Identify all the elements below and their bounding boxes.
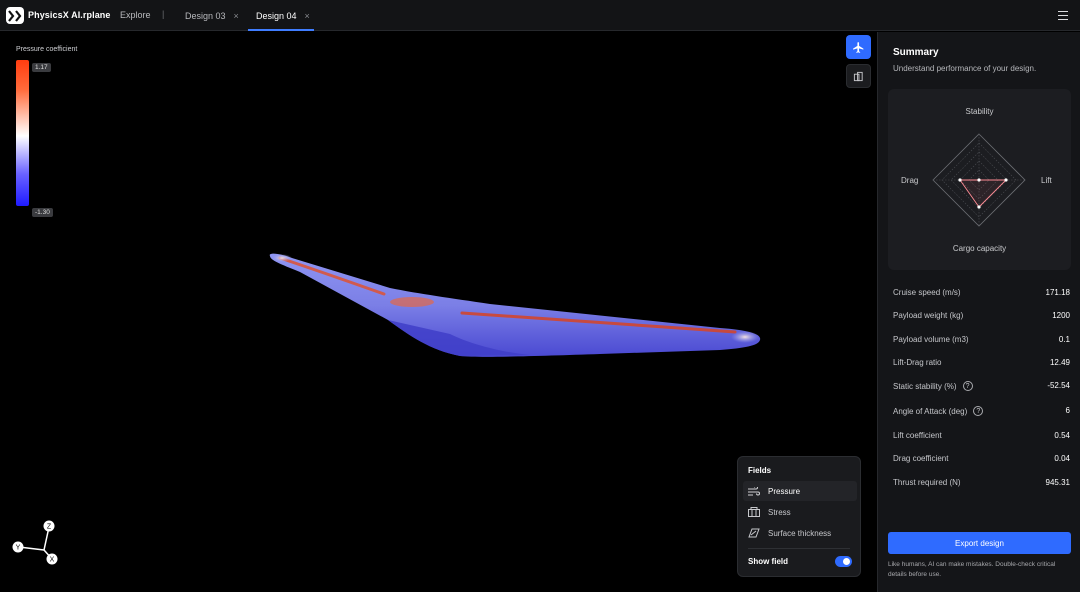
divider [748,548,850,549]
help-icon[interactable]: ? [973,406,984,416]
fields-panel: Fields Pressure Stress Surface thickness… [737,456,861,577]
app-title: PhysicsX AI.rplane [28,10,111,20]
axis-x-label: X [50,557,55,564]
metric-thrust-required: Thrust required (N) 945.31 [893,478,1070,492]
export-design-button[interactable]: Export design [888,532,1071,554]
summary-title: Summary [893,47,939,58]
summary-panel: Summary Understand performance of your d… [877,32,1080,592]
metric-label: Payload volume (m3) [893,335,969,344]
field-surface-thickness[interactable]: Surface thickness [743,523,857,543]
metric-static-stability: Static stability (%)? -52.54 [893,381,1070,395]
metric-angle-of-attack: Angle of Attack (deg)? 6 [893,406,1070,420]
airplane-view-button[interactable] [846,35,871,59]
ai-disclaimer: Like humans, AI can make mistakes. Doubl… [888,561,1056,578]
radar-label-drag: Drag [901,176,919,185]
metric-value: -52.54 [1047,381,1070,390]
tab-design-04[interactable]: Design 04 × [248,0,314,31]
wind-icon [748,486,761,496]
layers-icon [748,507,761,517]
show-field-label: Show field [748,557,788,566]
tab-design-03[interactable]: Design 03 × [185,0,241,31]
radar-label-stability: Stability [965,107,994,116]
nav-separator: | [162,9,165,19]
fields-title: Fields [748,466,772,475]
radar-label-lift: Lift [1041,176,1052,185]
airplane-icon [853,41,864,53]
field-stress[interactable]: Stress [743,502,857,522]
tab-label: Design 03 [185,10,226,21]
metric-cruise-speed: Cruise speed (m/s) 171.18 [893,288,1070,302]
metric-value: 1200 [1052,311,1070,320]
close-icon[interactable]: × [305,11,310,21]
axes-gizmo[interactable]: Z Y X [8,516,64,572]
metric-label: Drag coefficient [893,454,949,463]
metric-label: Static stability (%)? [893,381,973,391]
metric-value: 171.18 [1045,288,1070,297]
metric-label-text: Static stability (%) [893,381,957,391]
radar-label-cargo: Cargo capacity [952,244,1007,253]
field-pressure[interactable]: Pressure [743,481,857,501]
field-label: Surface thickness [768,528,832,538]
metric-label: Payload weight (kg) [893,311,964,320]
axis-z-label: Z [47,524,52,531]
3d-viewport[interactable]: Pressure coefficient 1.17 -1.30 Z Y X Fi… [0,32,876,592]
help-icon[interactable]: ? [962,381,973,391]
metric-label: Lift-Drag ratio [893,358,942,367]
metric-label: Lift coefficient [893,431,942,440]
metric-value: 945.31 [1045,478,1070,487]
nav-explore-link[interactable]: Explore [120,10,151,20]
metric-drag-coefficient: Drag coefficient 0.04 [893,454,1070,468]
field-label: Stress [768,507,791,517]
components-view-button[interactable] [846,64,871,88]
top-bar: PhysicsX AI.rplane Explore | Design 03 ×… [0,0,1080,31]
building-blocks-icon [853,71,863,81]
radar-chart [932,133,1026,227]
surface-icon [748,528,761,538]
metric-label-text: Angle of Attack (deg) [893,406,968,416]
physicsx-logo-icon[interactable] [6,7,24,24]
hamburger-menu-icon[interactable] [1058,11,1068,20]
metric-label: Cruise speed (m/s) [893,288,961,297]
axis-y-label: Y [16,545,21,552]
metric-value: 0.54 [1054,431,1070,440]
metric-label: Angle of Attack (deg)? [893,406,984,416]
summary-subtitle: Understand performance of your design. [893,64,1037,73]
field-label: Pressure [768,486,801,496]
metric-label: Thrust required (N) [893,478,961,487]
close-icon[interactable]: × [234,11,239,21]
metric-value: 0.04 [1054,454,1070,463]
metric-value: 0.1 [1058,335,1070,344]
show-field-toggle[interactable] [835,556,852,567]
metric-value: 6 [1065,406,1070,415]
metric-lift-drag-ratio: Lift-Drag ratio 12.49 [893,358,1070,372]
metric-payload-volume: Payload volume (m3) 0.1 [893,335,1070,349]
metric-lift-coefficient: Lift coefficient 0.54 [893,431,1070,445]
tab-label: Design 04 [256,10,297,21]
metric-payload-weight: Payload weight (kg) 1200 [893,311,1070,325]
metric-value: 12.49 [1049,358,1070,367]
radar-chart-card: Stability Lift Cargo capacity Drag [888,89,1071,270]
